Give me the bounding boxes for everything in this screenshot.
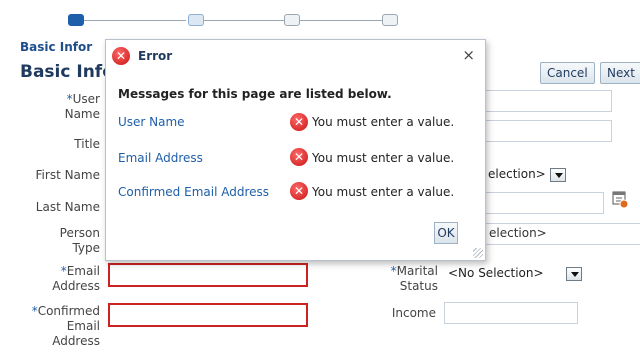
ok-button[interactable]: OK <box>434 222 458 244</box>
dialog-heading: Messages for this page are listed below. <box>118 87 392 101</box>
dialog-header: ✕ Error × <box>106 40 485 74</box>
error-icon: ✕ <box>290 148 308 166</box>
person-type-label: Person Type <box>59 226 100 255</box>
first-name-select[interactable]: election> <box>488 163 566 185</box>
confirmed-email-field[interactable] <box>108 303 308 327</box>
message-text: You must enter a value. <box>312 115 455 129</box>
right-field-1[interactable] <box>484 90 612 112</box>
train-connector <box>82 20 186 21</box>
right-field-2[interactable] <box>484 120 612 142</box>
train-stop-3[interactable] <box>284 14 300 26</box>
error-icon: ✕ <box>290 182 308 200</box>
marital-status-label: *Marital Status <box>390 264 438 293</box>
dropdown-arrow-icon[interactable] <box>549 167 566 182</box>
user-name-label: *User Name <box>64 92 100 121</box>
train-stop-2[interactable] <box>188 14 204 26</box>
train-stop-basic-info[interactable] <box>68 14 84 26</box>
first-name-label: First Name <box>35 168 100 182</box>
income-label: Income <box>391 306 436 320</box>
title-label: Title <box>74 137 100 151</box>
message-link-email-address[interactable]: Email Address <box>118 151 203 165</box>
page-title: Basic Info <box>20 62 114 82</box>
email-field[interactable] <box>108 263 308 287</box>
train-stop-4[interactable] <box>382 14 398 26</box>
person-type-select[interactable]: election> <box>484 223 640 245</box>
close-icon[interactable]: × <box>462 46 475 64</box>
confirmed-email-label: *Confirmed Email Address <box>31 304 100 348</box>
last-name-right-field[interactable] <box>484 192 604 214</box>
error-icon: ✕ <box>112 47 130 65</box>
error-icon: ✕ <box>290 113 308 131</box>
message-text: You must enter a value. <box>312 151 455 165</box>
message-text: You must enter a value. <box>312 185 455 199</box>
income-field[interactable] <box>444 302 578 324</box>
next-button[interactable]: Next <box>600 62 640 84</box>
message-link-confirmed-email[interactable]: Confirmed Email Address <box>118 185 269 199</box>
train-connector <box>300 20 382 21</box>
cancel-button[interactable]: Cancel <box>540 62 595 84</box>
error-dialog: ✕ Error × Messages for this page are lis… <box>105 39 486 261</box>
calendar-icon[interactable] <box>612 190 628 208</box>
last-name-label: Last Name <box>35 200 100 214</box>
resize-grip-icon[interactable] <box>473 248 483 258</box>
marital-status-select[interactable]: <No Selection> <box>448 262 582 284</box>
train-current-label: Basic Infor <box>20 40 93 54</box>
dialog-title: Error <box>138 49 173 63</box>
email-label: *Email Address <box>52 264 100 293</box>
train-connector <box>202 20 284 21</box>
dropdown-arrow-icon[interactable] <box>565 266 582 281</box>
message-link-user-name[interactable]: User Name <box>118 115 185 129</box>
